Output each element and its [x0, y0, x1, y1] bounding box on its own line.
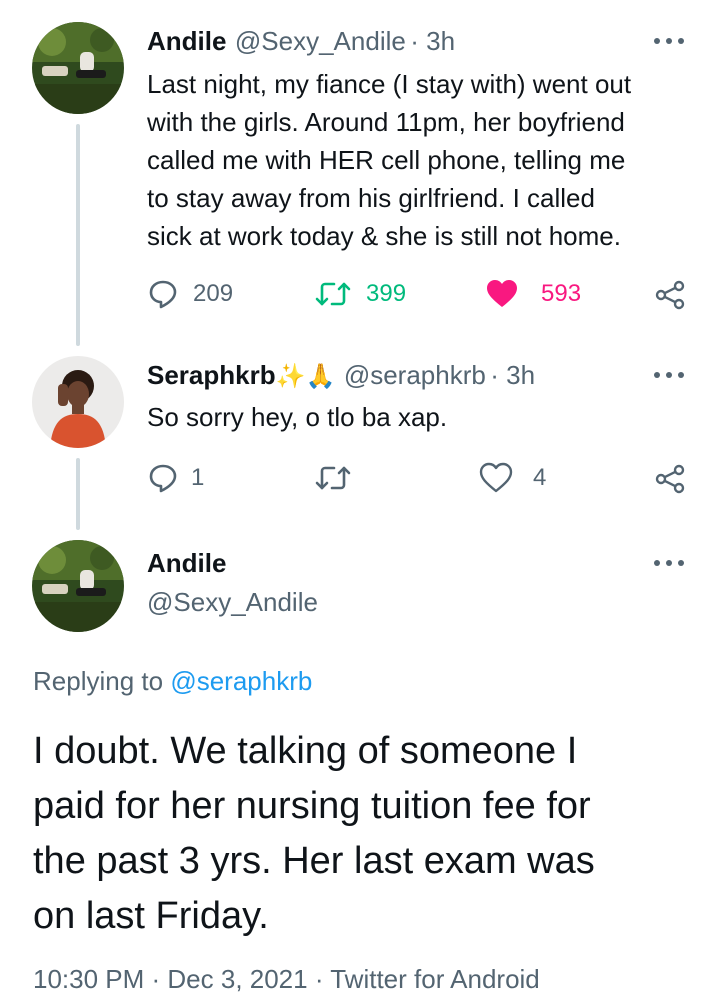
share-icon	[654, 280, 686, 310]
author-handle[interactable]: @Sexy_Andile	[235, 26, 406, 56]
tweet-time[interactable]: · 3h	[490, 360, 535, 390]
tweet-header: Andile @Sexy_Andile · 3h	[147, 26, 455, 57]
author-name[interactable]: Andile	[147, 26, 226, 56]
heart-icon	[479, 462, 513, 494]
author-handle[interactable]: @Sexy_Andile	[147, 587, 318, 618]
share-button[interactable]	[654, 464, 686, 494]
like-button[interactable]: 4	[479, 462, 546, 494]
more-options-icon[interactable]	[654, 370, 684, 380]
replying-to: Replying to @seraphkrb	[33, 666, 312, 697]
thread-line	[76, 124, 80, 346]
reply-icon	[147, 462, 179, 494]
author-handle[interactable]: @seraphkrb	[344, 360, 486, 390]
like-button[interactable]: 593	[485, 278, 581, 310]
reply-button[interactable]: 1	[147, 462, 204, 494]
like-count: 593	[541, 280, 582, 307]
more-options-icon[interactable]	[654, 36, 684, 46]
avatar-seraphkrb[interactable]	[32, 356, 124, 448]
reply-count: 1	[191, 464, 205, 491]
share-icon	[654, 464, 686, 494]
retweet-icon	[314, 462, 352, 494]
main-tweet-text-line: I doubt. We talking of someone I	[33, 730, 578, 772]
reply-icon	[147, 278, 179, 310]
main-tweet-text-line: paid for her nursing tuition fee for	[33, 785, 591, 827]
heart-filled-icon	[485, 278, 519, 310]
tweet-text-line: Last night, my fiance (I stay with) went…	[147, 69, 632, 99]
tweet-text: So sorry hey, o tlo ba xap.	[147, 402, 448, 432]
main-tweet-text-line: on last Friday.	[33, 895, 269, 937]
author-name[interactable]: Andile	[147, 548, 226, 579]
like-count: 4	[533, 464, 547, 491]
replying-to-handle[interactable]: @seraphkrb	[170, 666, 312, 696]
author-name-emojis: ✨🙏	[275, 362, 336, 390]
avatar-andile[interactable]	[32, 540, 124, 632]
tweet-text-line: with the girls. Around 11pm, her boyfrie…	[147, 107, 625, 137]
tweet-timestamp-footer[interactable]: 10:30 PM · Dec 3, 2021 · Twitter for And…	[33, 964, 540, 995]
tweet-text-line: sick at work today & she is still not ho…	[147, 221, 621, 251]
retweet-count: 399	[366, 280, 407, 307]
main-tweet-text-line: the past 3 yrs. Her last exam was	[33, 840, 595, 882]
tweet-text-line: to stay away from his girlfriend. I call…	[147, 183, 595, 213]
retweet-icon	[314, 278, 352, 310]
thread-line	[76, 458, 80, 530]
more-options-icon[interactable]	[654, 558, 684, 568]
retweet-button[interactable]	[314, 462, 352, 494]
retweet-button[interactable]: 399	[314, 278, 406, 310]
reply-count: 209	[193, 280, 234, 307]
tweet-text-line: called me with HER cell phone, telling m…	[147, 145, 626, 175]
share-button[interactable]	[654, 280, 686, 310]
avatar-andile[interactable]	[32, 22, 124, 114]
replying-to-label: Replying to	[33, 666, 164, 696]
author-name[interactable]: Seraphkrb	[147, 360, 276, 390]
tweet-time[interactable]: · 3h	[410, 26, 455, 56]
tweet-header: Seraphkrb✨🙏 @seraphkrb · 3h	[147, 360, 535, 391]
reply-button[interactable]: 209	[147, 278, 233, 310]
